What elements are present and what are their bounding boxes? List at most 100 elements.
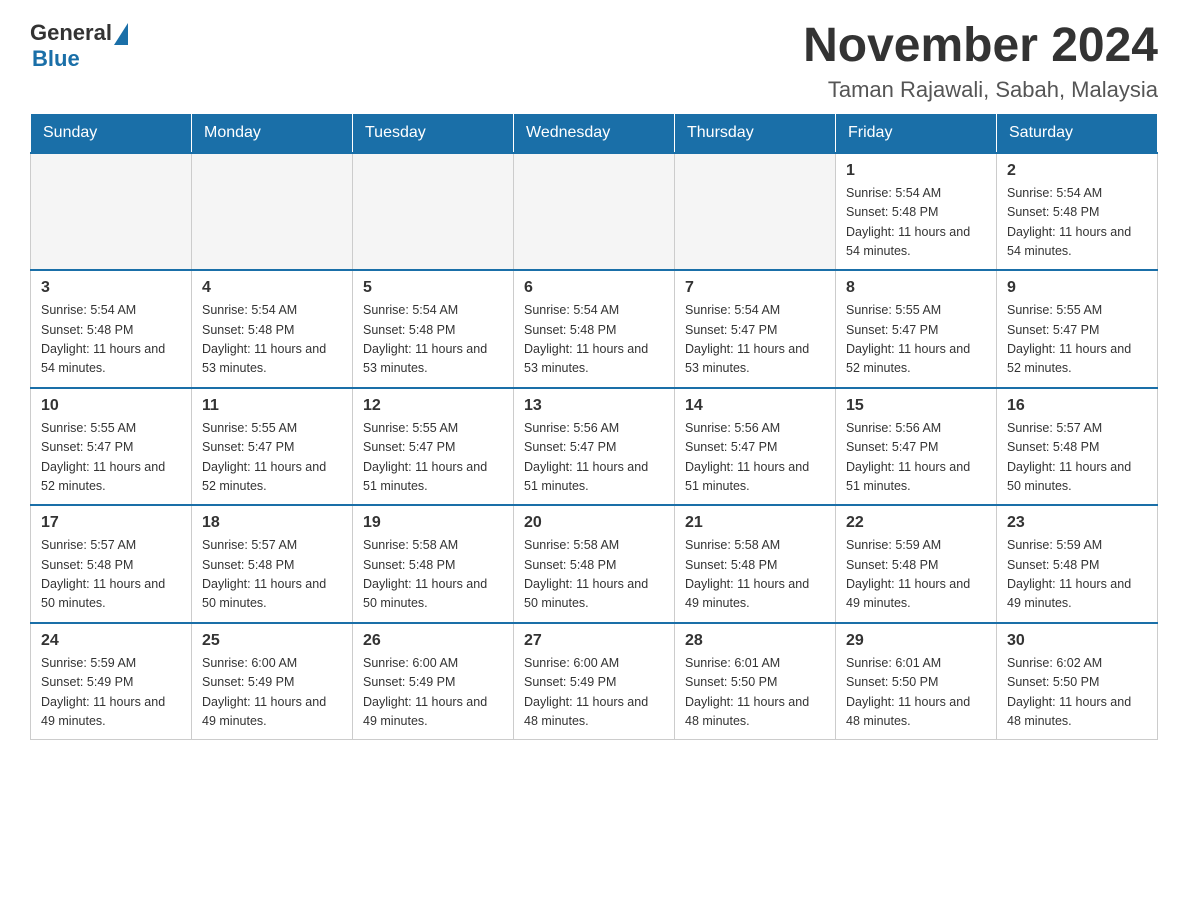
header-friday: Friday (836, 113, 997, 153)
day-info: Sunrise: 5:59 AM Sunset: 5:48 PM Dayligh… (846, 536, 986, 614)
day-info: Sunrise: 5:59 AM Sunset: 5:48 PM Dayligh… (1007, 536, 1147, 614)
day-number: 30 (1007, 632, 1147, 650)
page-subtitle: Taman Rajawali, Sabah, Malaysia (803, 77, 1158, 103)
day-number: 17 (41, 514, 181, 532)
day-info: Sunrise: 5:57 AM Sunset: 5:48 PM Dayligh… (1007, 419, 1147, 497)
day-info: Sunrise: 5:55 AM Sunset: 5:47 PM Dayligh… (41, 419, 181, 497)
day-number: 21 (685, 514, 825, 532)
calendar-week-row: 24 Sunrise: 5:59 AM Sunset: 5:49 PM Dayli… (31, 623, 1158, 740)
header-saturday: Saturday (997, 113, 1158, 153)
day-number: 9 (1007, 279, 1147, 297)
day-number: 23 (1007, 514, 1147, 532)
day-number: 24 (41, 632, 181, 650)
day-number: 6 (524, 279, 664, 297)
day-info: Sunrise: 5:59 AM Sunset: 5:49 PM Dayligh… (41, 654, 181, 732)
day-number: 11 (202, 397, 342, 415)
page-title: November 2024 (803, 20, 1158, 73)
calendar-cell: 19 Sunrise: 5:58 AM Sunset: 5:48 PM Dayli… (353, 505, 514, 623)
calendar-cell (675, 153, 836, 271)
day-info: Sunrise: 6:01 AM Sunset: 5:50 PM Dayligh… (846, 654, 986, 732)
day-number: 7 (685, 279, 825, 297)
day-number: 12 (363, 397, 503, 415)
calendar-cell: 5 Sunrise: 5:54 AM Sunset: 5:48 PM Daylig… (353, 270, 514, 388)
logo-blue-text: Blue (32, 46, 80, 72)
calendar-week-row: 3 Sunrise: 5:54 AM Sunset: 5:48 PM Daylig… (31, 270, 1158, 388)
day-info: Sunrise: 5:56 AM Sunset: 5:47 PM Dayligh… (846, 419, 986, 497)
day-info: Sunrise: 5:55 AM Sunset: 5:47 PM Dayligh… (363, 419, 503, 497)
calendar-cell: 28Sunrise: 6:01 AM Sunset: 5:50 PM Dayli… (675, 623, 836, 740)
day-number: 14 (685, 397, 825, 415)
day-number: 28 (685, 632, 825, 650)
calendar-cell: 17 Sunrise: 5:57 AM Sunset: 5:48 PM Dayli… (31, 505, 192, 623)
day-info: Sunrise: 5:54 AM Sunset: 5:48 PM Dayligh… (1007, 184, 1147, 262)
day-info: Sunrise: 5:57 AM Sunset: 5:48 PM Dayligh… (41, 536, 181, 614)
calendar-cell: 1Sunrise: 5:54 AM Sunset: 5:48 PM Daylig… (836, 153, 997, 271)
header-thursday: Thursday (675, 113, 836, 153)
calendar-cell: 15 Sunrise: 5:56 AM Sunset: 5:47 PM Dayli… (836, 388, 997, 506)
calendar-cell: 27Sunrise: 6:00 AM Sunset: 5:49 PM Dayli… (514, 623, 675, 740)
day-info: Sunrise: 5:58 AM Sunset: 5:48 PM Dayligh… (524, 536, 664, 614)
calendar-cell: 30 Sunrise: 6:02 AM Sunset: 5:50 PM Dayli… (997, 623, 1158, 740)
day-info: Sunrise: 5:54 AM Sunset: 5:48 PM Dayligh… (363, 301, 503, 379)
day-info: Sunrise: 5:56 AM Sunset: 5:47 PM Dayligh… (524, 419, 664, 497)
logo-general-text: General (30, 20, 112, 46)
calendar-table: SundayMondayTuesdayWednesdayThursdayFrid… (30, 113, 1158, 741)
calendar-week-row: 10 Sunrise: 5:55 AM Sunset: 5:47 PM Dayli… (31, 388, 1158, 506)
day-number: 10 (41, 397, 181, 415)
calendar-cell: 12 Sunrise: 5:55 AM Sunset: 5:47 PM Dayli… (353, 388, 514, 506)
day-info: Sunrise: 5:54 AM Sunset: 5:48 PM Dayligh… (41, 301, 181, 379)
day-number: 19 (363, 514, 503, 532)
day-number: 5 (363, 279, 503, 297)
day-info: Sunrise: 5:55 AM Sunset: 5:47 PM Dayligh… (1007, 301, 1147, 379)
calendar-week-row: 1Sunrise: 5:54 AM Sunset: 5:48 PM Daylig… (31, 153, 1158, 271)
day-number: 16 (1007, 397, 1147, 415)
day-number: 8 (846, 279, 986, 297)
day-info: Sunrise: 5:55 AM Sunset: 5:47 PM Dayligh… (846, 301, 986, 379)
calendar-cell: 26Sunrise: 6:00 AM Sunset: 5:49 PM Dayli… (353, 623, 514, 740)
calendar-cell (192, 153, 353, 271)
day-info: Sunrise: 6:00 AM Sunset: 5:49 PM Dayligh… (524, 654, 664, 732)
day-info: Sunrise: 5:58 AM Sunset: 5:48 PM Dayligh… (363, 536, 503, 614)
calendar-cell: 25Sunrise: 6:00 AM Sunset: 5:49 PM Dayli… (192, 623, 353, 740)
day-info: Sunrise: 5:56 AM Sunset: 5:47 PM Dayligh… (685, 419, 825, 497)
day-number: 25 (202, 632, 342, 650)
calendar-cell: 10 Sunrise: 5:55 AM Sunset: 5:47 PM Dayli… (31, 388, 192, 506)
day-number: 15 (846, 397, 986, 415)
calendar-cell: 9 Sunrise: 5:55 AM Sunset: 5:47 PM Daylig… (997, 270, 1158, 388)
day-number: 29 (846, 632, 986, 650)
day-info: Sunrise: 6:00 AM Sunset: 5:49 PM Dayligh… (363, 654, 503, 732)
calendar-cell: 8 Sunrise: 5:55 AM Sunset: 5:47 PM Daylig… (836, 270, 997, 388)
day-info: Sunrise: 5:54 AM Sunset: 5:47 PM Dayligh… (685, 301, 825, 379)
day-number: 2 (1007, 162, 1147, 180)
logo: General Blue (30, 20, 128, 72)
calendar-cell: 2 Sunrise: 5:54 AM Sunset: 5:48 PM Daylig… (997, 153, 1158, 271)
day-info: Sunrise: 6:02 AM Sunset: 5:50 PM Dayligh… (1007, 654, 1147, 732)
day-info: Sunrise: 5:54 AM Sunset: 5:48 PM Dayligh… (202, 301, 342, 379)
calendar-cell (514, 153, 675, 271)
calendar-week-row: 17 Sunrise: 5:57 AM Sunset: 5:48 PM Dayli… (31, 505, 1158, 623)
calendar-cell (31, 153, 192, 271)
calendar-cell: 16 Sunrise: 5:57 AM Sunset: 5:48 PM Dayli… (997, 388, 1158, 506)
calendar-cell: 18Sunrise: 5:57 AM Sunset: 5:48 PM Dayli… (192, 505, 353, 623)
calendar-cell: 24 Sunrise: 5:59 AM Sunset: 5:49 PM Dayli… (31, 623, 192, 740)
calendar-cell: 6 Sunrise: 5:54 AM Sunset: 5:48 PM Daylig… (514, 270, 675, 388)
header-sunday: Sunday (31, 113, 192, 153)
calendar-cell: 21Sunrise: 5:58 AM Sunset: 5:48 PM Dayli… (675, 505, 836, 623)
logo-triangle-icon (114, 23, 128, 45)
header-wednesday: Wednesday (514, 113, 675, 153)
calendar-cell: 4Sunrise: 5:54 AM Sunset: 5:48 PM Daylig… (192, 270, 353, 388)
day-info: Sunrise: 5:54 AM Sunset: 5:48 PM Dayligh… (524, 301, 664, 379)
title-section: November 2024 Taman Rajawali, Sabah, Mal… (803, 20, 1158, 103)
calendar-cell: 20 Sunrise: 5:58 AM Sunset: 5:48 PM Dayli… (514, 505, 675, 623)
calendar-cell (353, 153, 514, 271)
day-number: 13 (524, 397, 664, 415)
day-number: 20 (524, 514, 664, 532)
header-tuesday: Tuesday (353, 113, 514, 153)
calendar-cell: 22 Sunrise: 5:59 AM Sunset: 5:48 PM Dayli… (836, 505, 997, 623)
calendar-cell: 29 Sunrise: 6:01 AM Sunset: 5:50 PM Dayli… (836, 623, 997, 740)
day-number: 22 (846, 514, 986, 532)
calendar-cell: 7 Sunrise: 5:54 AM Sunset: 5:47 PM Daylig… (675, 270, 836, 388)
day-number: 3 (41, 279, 181, 297)
day-info: Sunrise: 5:54 AM Sunset: 5:48 PM Dayligh… (846, 184, 986, 262)
calendar-cell: 13 Sunrise: 5:56 AM Sunset: 5:47 PM Dayli… (514, 388, 675, 506)
